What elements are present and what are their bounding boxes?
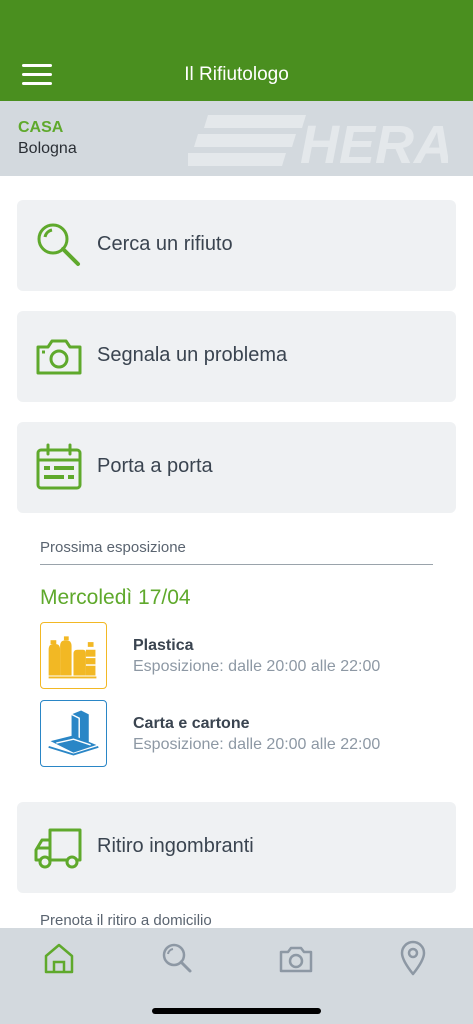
collection-date: Mercoledì 17/04 xyxy=(40,586,191,609)
home-indicator[interactable] xyxy=(152,1008,321,1014)
waste-exposure-time: Esposizione: dalle 20:00 alle 22:00 xyxy=(133,736,381,753)
waste-exposure-time: Esposizione: dalle 20:00 alle 22:00 xyxy=(133,658,381,675)
search-waste-label: Cerca un rifiuto xyxy=(97,233,233,255)
location-city: Bologna xyxy=(18,140,77,157)
waste-type-name: Plastica xyxy=(133,637,194,654)
hera-logo: HERA xyxy=(188,115,448,170)
bulky-pickup-card[interactable]: Ritiro ingombranti xyxy=(17,802,456,893)
search-waste-card[interactable]: Cerca un rifiuto xyxy=(17,200,456,291)
svg-text:HERA: HERA xyxy=(300,115,448,170)
home-icon[interactable] xyxy=(39,938,79,978)
location-pin-icon[interactable] xyxy=(393,938,433,978)
bulky-pickup-subtitle: Prenota il ritiro a domicilio xyxy=(40,912,212,929)
report-problem-label: Segnala un problema xyxy=(97,344,288,366)
camera-icon[interactable] xyxy=(276,938,316,978)
app-title: Il Rifiutologo xyxy=(184,64,289,85)
door-to-door-card[interactable]: Porta a porta xyxy=(17,422,456,513)
truck-icon xyxy=(34,828,82,869)
calendar-icon xyxy=(36,443,82,490)
next-collection-title: Prossima esposizione xyxy=(40,539,186,556)
divider xyxy=(40,564,433,565)
bulky-pickup-label: Ritiro ingombranti xyxy=(97,835,254,857)
location-type: CASA xyxy=(18,119,64,136)
camera-icon xyxy=(36,339,82,375)
waste-type-name: Carta e cartone xyxy=(133,715,250,732)
door-to-door-label: Porta a porta xyxy=(97,455,213,477)
paper-cardboard-icon xyxy=(40,700,107,767)
report-problem-card[interactable]: Segnala un problema xyxy=(17,311,456,402)
search-icon xyxy=(37,223,80,266)
search-icon[interactable] xyxy=(157,938,197,978)
plastic-bottles-icon xyxy=(40,622,107,689)
